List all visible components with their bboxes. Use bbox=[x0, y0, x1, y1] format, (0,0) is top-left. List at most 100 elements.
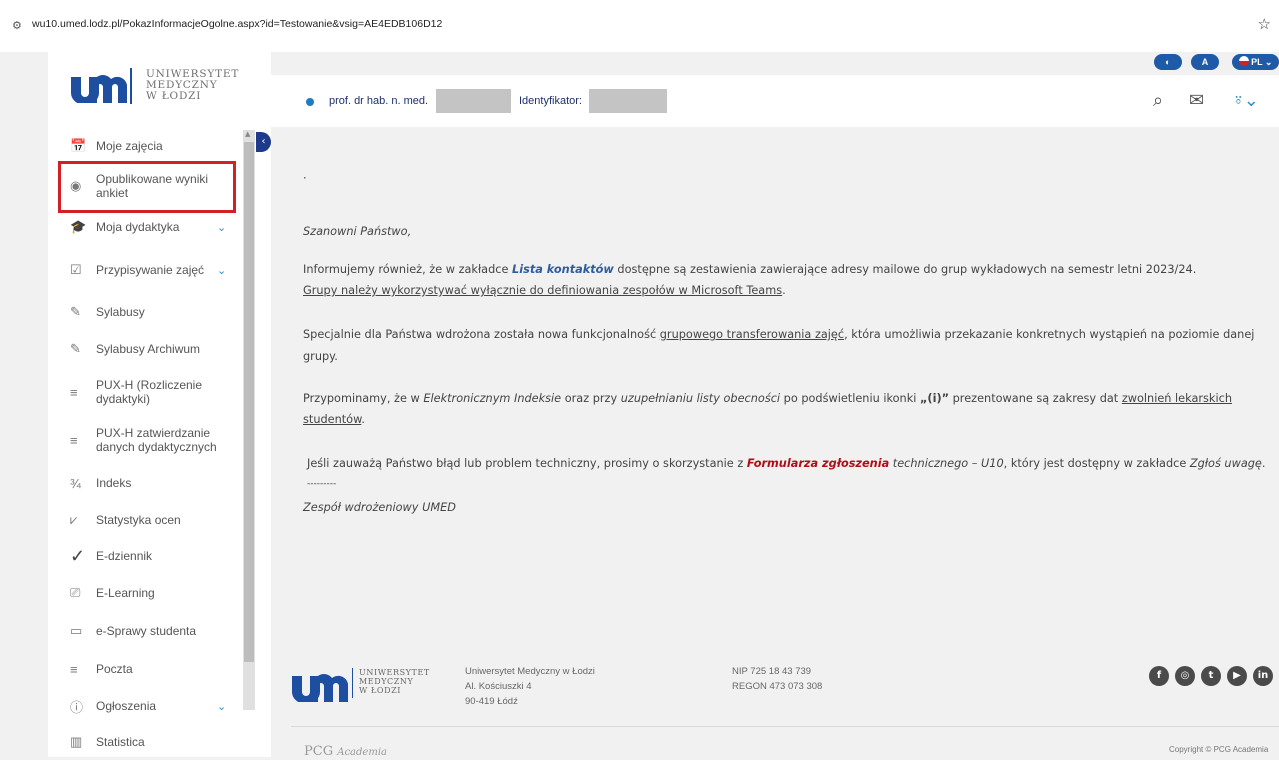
sidebar-item[interactable]: ▭ e-Sprawy studenta bbox=[48, 612, 243, 650]
fraction-icon: ¾ bbox=[70, 475, 81, 491]
facebook-icon[interactable]: f bbox=[1149, 666, 1169, 686]
redacted-identifier bbox=[589, 89, 667, 113]
language-label: PL bbox=[1251, 57, 1263, 67]
footer-divider bbox=[291, 726, 1279, 727]
sidebar-item[interactable]: ≡ PUX-H (Rozliczenie dydaktyki) bbox=[48, 368, 243, 416]
info-icon: ⓘ bbox=[70, 699, 84, 715]
sidebar-item[interactable]: ✎ Sylabusy bbox=[48, 294, 243, 330]
paragraph-contacts-line2: Grupy należy wykorzystywać wyłącznie do … bbox=[303, 284, 786, 297]
sidebar-item-label: E-dziennik bbox=[96, 549, 153, 563]
sidebar-item[interactable]: ⩗ Statystyka ocen bbox=[48, 502, 243, 538]
site-settings-icon[interactable]: ⚙ bbox=[12, 19, 26, 33]
twitter-icon[interactable]: t bbox=[1201, 666, 1221, 686]
sidebar-item[interactable]: ≡ Poczta bbox=[48, 650, 243, 688]
greeting-text: Szanowni Państwo, bbox=[303, 225, 412, 238]
pcg-brand: PCG Academia bbox=[304, 744, 387, 759]
bookmark-star-icon[interactable]: ☆ bbox=[1258, 15, 1271, 33]
sidebar: UNIWERSYTET MEDYCZNY W ŁODZI 📅 Moje zajęc… bbox=[48, 52, 271, 757]
sidebar-scrollbar[interactable]: ▲ bbox=[243, 130, 255, 710]
um-logo-mark bbox=[71, 75, 127, 103]
checkmark-icon: ✓ bbox=[70, 545, 86, 566]
sidebar-item-label: E-Learning bbox=[96, 586, 155, 600]
poland-flag-icon bbox=[1238, 56, 1249, 66]
footer-registry: NIP 725 18 43 739 REGON 473 073 308 bbox=[732, 666, 823, 692]
edit-icon: ✎ bbox=[70, 341, 81, 356]
sick-leave-link[interactable]: zwolnień lekarskich bbox=[1122, 392, 1232, 405]
sidebar-item[interactable]: 📅 Moje zajęcia bbox=[48, 128, 243, 164]
sidebar-item-label: PUX-H (Rozliczenie dydaktyki) bbox=[96, 378, 203, 406]
paragraph-reminder: Przypominamy, że w Elektronicznym Indeks… bbox=[303, 392, 1232, 405]
sidebar-item-label: Moje zajęcia bbox=[96, 139, 163, 153]
url-text[interactable]: wu10.umed.lodz.pl/PokazInformacjeOgolne.… bbox=[32, 18, 442, 30]
graduation-icon: 🎓 bbox=[70, 219, 87, 234]
sidebar-item-label: Poczta bbox=[96, 662, 133, 676]
comment-icon: ▭ bbox=[70, 623, 83, 638]
list-icon: ≡ bbox=[70, 432, 78, 448]
status-dot bbox=[306, 98, 314, 106]
sidebar-item[interactable]: 🎓 Moja dydaktyka ⌄ bbox=[48, 208, 243, 246]
copyright-text: Copyright © PCG Academia bbox=[1169, 745, 1269, 754]
sidebar-item[interactable]: ✓ E-dziennik bbox=[48, 538, 243, 574]
chart-icon: ⩗ bbox=[70, 512, 78, 527]
chevron-down-icon[interactable]: ⌄ bbox=[217, 221, 243, 234]
paragraph-report: Jeśli zauważą Państwo błąd lub problem t… bbox=[307, 457, 1266, 470]
browser-address-bar[interactable]: ⚙ wu10.umed.lodz.pl/PokazInformacjeOgoln… bbox=[0, 0, 1279, 52]
logo-text: UNIWERSYTET MEDYCZNY W ŁODZI bbox=[146, 68, 240, 102]
sidebar-item[interactable]: ⓘ Ogłoszenia ⌄ bbox=[48, 688, 243, 724]
signature-text: Zespół wdrożeniowy UMED bbox=[303, 501, 456, 514]
paragraph-contacts: Informujemy również, że w zakładce Lista… bbox=[303, 263, 1197, 276]
checkbox-icon: ☑ bbox=[70, 262, 82, 277]
sidebar-menu: 📅 Moje zajęcia ◉ Opublikowane wyniki ankiet… bbox=[48, 128, 243, 760]
paragraph-transfer-line2: grupy. bbox=[303, 350, 338, 363]
scroll-up-arrow-icon[interactable]: ▲ bbox=[245, 130, 250, 138]
sidebar-item-label: Ogłoszenia bbox=[96, 699, 157, 713]
sidebar-item[interactable]: ☑ Przypisywanie zajęć ⌄ bbox=[48, 246, 243, 294]
user-title: prof. dr hab. n. med. bbox=[329, 95, 429, 107]
sidebar-item-label: Indeks bbox=[96, 476, 132, 490]
chevron-down-icon[interactable]: ⌄ bbox=[217, 264, 243, 277]
search-icon[interactable]: ⌕ bbox=[1153, 90, 1163, 111]
language-select[interactable]: PL ⌄ bbox=[1232, 54, 1279, 70]
sidebar-item-label: PUX-H zatwierdzanie danych dydaktycznych bbox=[96, 426, 217, 454]
redacted-name bbox=[436, 89, 511, 113]
sidebar-item-label: Sylabusy Archiwum bbox=[96, 342, 201, 356]
sidebar-item-label: Przypisywanie zajęć bbox=[96, 263, 205, 277]
group-transfer-link[interactable]: grupowego transferowania zajęć bbox=[660, 328, 844, 341]
bullet-dot: · bbox=[303, 172, 307, 185]
sidebar-item[interactable]: ≡ PUX-H zatwierdzanie danych dydaktycznyc… bbox=[48, 416, 243, 464]
separator-dashes: --------- bbox=[307, 479, 337, 489]
teams-groups-link[interactable]: Grupy należy wykorzystywać wyłącznie do … bbox=[303, 284, 782, 297]
university-logo[interactable]: UNIWERSYTET MEDYCZNY W ŁODZI bbox=[66, 60, 241, 112]
footer-logo-text: UNIWERSYTET MEDYCZNY W ŁODZI bbox=[359, 668, 430, 695]
elearning-icon: ⎚ bbox=[70, 585, 81, 600]
sidebar-item-label: Statystyka ocen bbox=[96, 513, 181, 527]
report-form-link[interactable]: Formularza zgłoszenia bbox=[747, 457, 889, 470]
sidebar-item[interactable]: ⎚ E-Learning bbox=[48, 574, 243, 612]
sidebar-item-label: Moja dydaktyka bbox=[96, 220, 180, 234]
sidebar-item-label: e-Sprawy studenta bbox=[96, 624, 197, 638]
edit-icon: ✎ bbox=[70, 304, 81, 319]
mail-icon[interactable]: ✉ bbox=[1189, 90, 1204, 111]
font-size-button[interactable]: A bbox=[1191, 54, 1219, 70]
sidebar-item-label: Statistica bbox=[96, 735, 145, 749]
highlight-annotation-box bbox=[58, 161, 236, 213]
students-link[interactable]: studentów bbox=[303, 413, 361, 426]
chevron-down-icon[interactable]: ⌄ bbox=[217, 700, 243, 713]
sidebar-item[interactable]: ¾ Indeks bbox=[48, 464, 243, 502]
user-menu-icon[interactable]: ⍤⌄ bbox=[1233, 90, 1259, 111]
instagram-icon[interactable]: ◎ bbox=[1175, 666, 1195, 686]
paragraph-transfer: Specjalnie dla Państwa wdrożona została … bbox=[303, 328, 1255, 341]
sidebar-item-label: Sylabusy bbox=[96, 305, 145, 319]
contrast-toggle-button[interactable]: ◐ bbox=[1154, 54, 1182, 70]
youtube-icon[interactable]: ▶ bbox=[1227, 666, 1247, 686]
footer-address: Uniwersytet Medyczny w Łodzi Al. Kościus… bbox=[465, 666, 595, 707]
sidebar-item[interactable]: ✎ Sylabusy Archiwum bbox=[48, 330, 243, 368]
list-icon: ≡ bbox=[70, 384, 78, 400]
contact-list-link[interactable]: Lista kontaktów bbox=[512, 263, 614, 276]
identifier-label: Identyfikator: bbox=[519, 95, 582, 107]
scrollbar-thumb[interactable] bbox=[244, 142, 254, 662]
linkedin-icon[interactable]: in bbox=[1253, 666, 1273, 686]
sidebar-item[interactable]: ▥ Statistica bbox=[48, 724, 243, 760]
bars-icon: ▥ bbox=[70, 734, 83, 749]
page-footer: UNIWERSYTET MEDYCZNY W ŁODZI Uniwersytet M… bbox=[271, 640, 1279, 759]
